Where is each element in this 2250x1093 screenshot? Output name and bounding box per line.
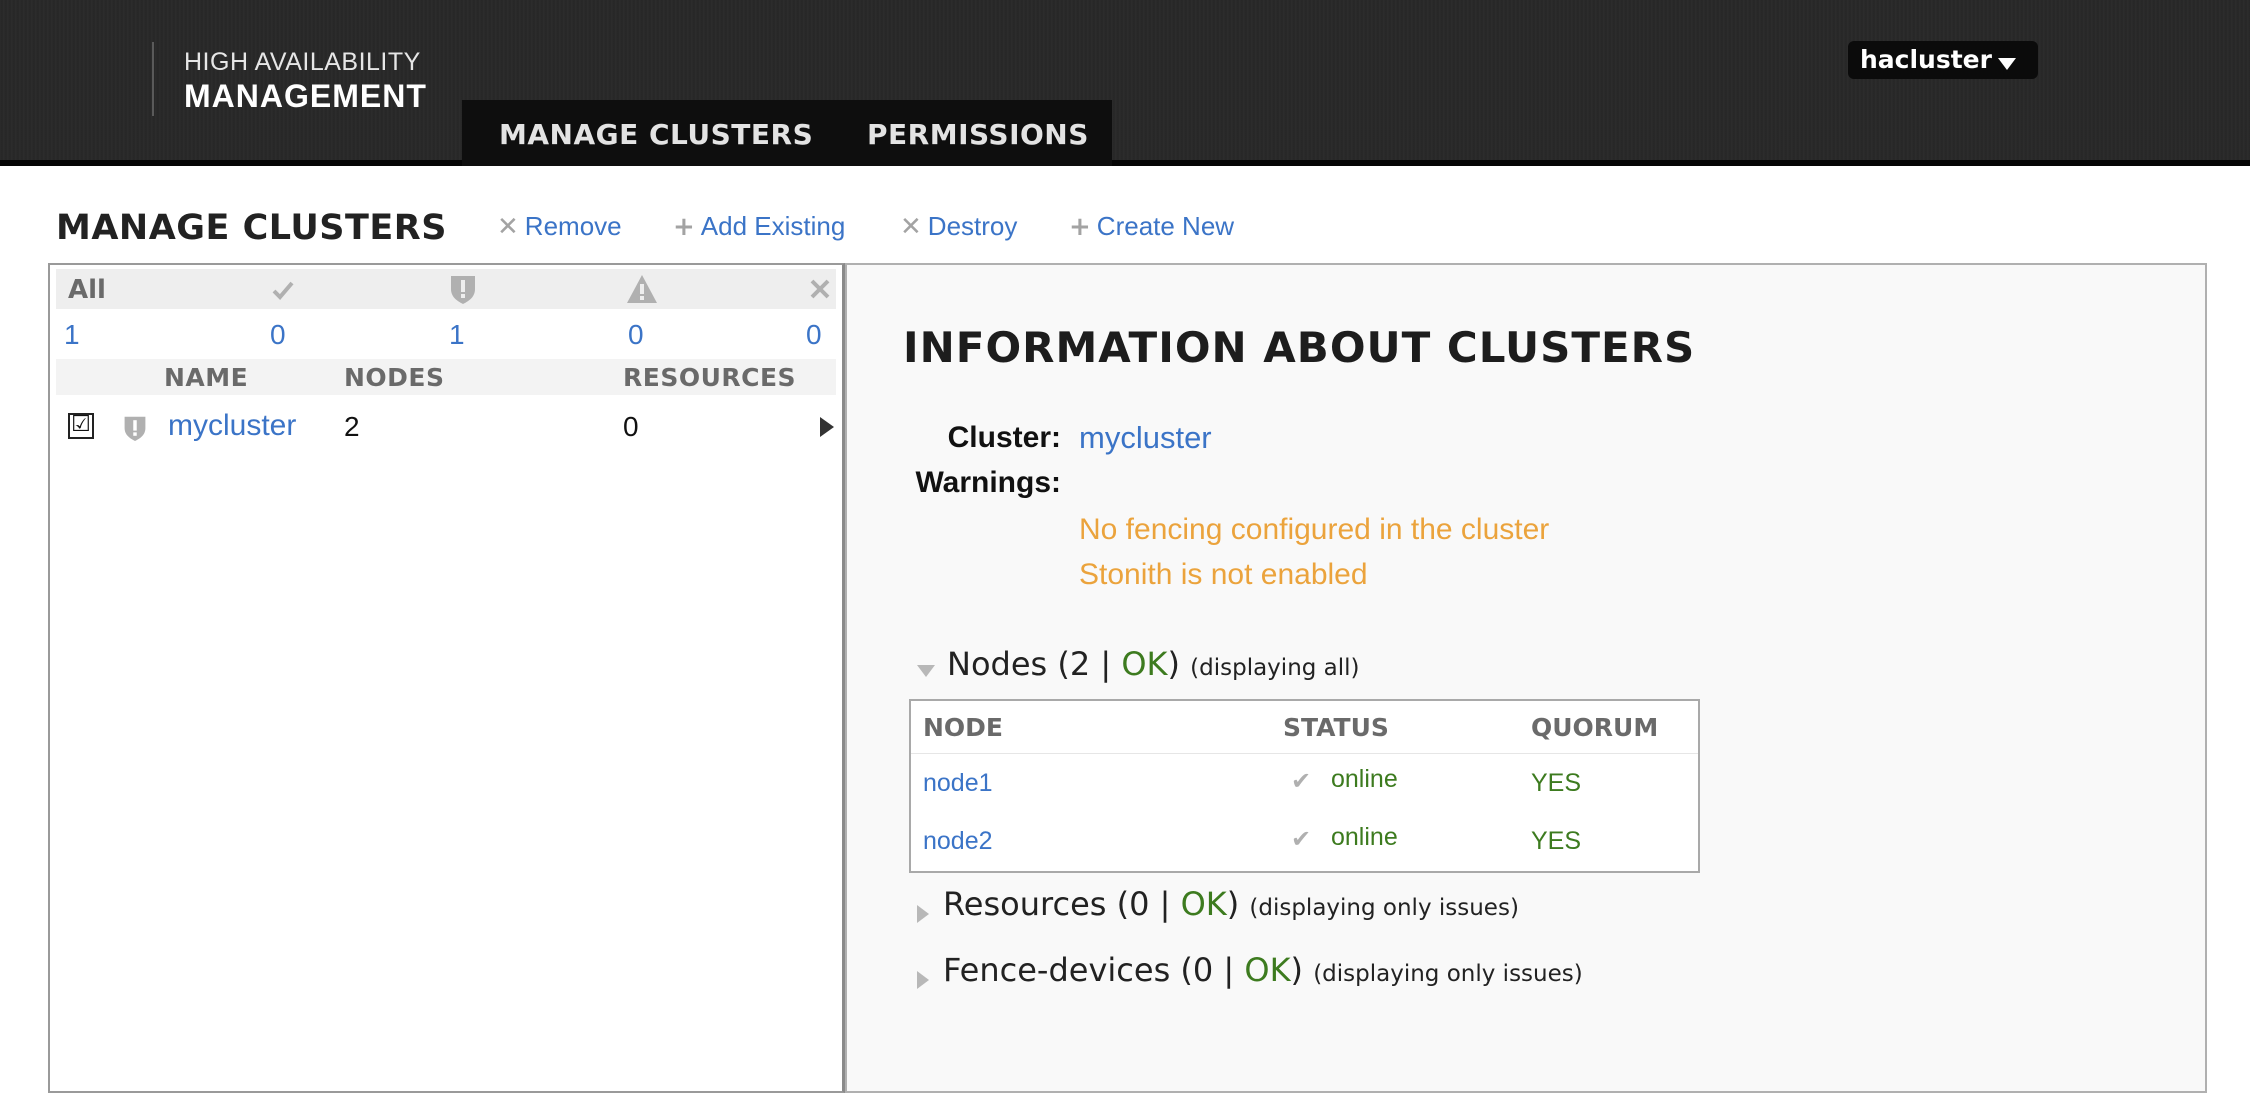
check-icon[interactable] — [270, 277, 296, 303]
count-error[interactable]: 1 — [449, 319, 465, 351]
top-header: HIGH AVAILABILITY MANAGEMENT MANAGE CLUS… — [0, 0, 2250, 166]
cluster-info-panel: INFORMATION ABOUT CLUSTERS Cluster: mycl… — [845, 263, 2207, 1093]
row-checkbox[interactable]: ☑ — [68, 413, 94, 439]
check-icon: ✔ — [1291, 825, 1312, 853]
nodes-section-note: (displaying all) — [1190, 655, 1360, 681]
fence-section-note: (displaying only issues) — [1313, 961, 1583, 987]
nodes-status-ok: OK — [1121, 645, 1168, 683]
col-resources: RESOURCES — [623, 363, 797, 392]
cluster-table-header: NAME NODES RESOURCES — [56, 359, 836, 395]
create-new-label: Create New — [1096, 211, 1235, 241]
resources-section-note: (displaying only issues) — [1249, 895, 1519, 921]
info-title: INFORMATION ABOUT CLUSTERS — [903, 323, 1696, 372]
filter-all[interactable]: All — [68, 275, 106, 305]
col-quorum: QUORUM — [1531, 713, 1659, 742]
close-icon: ✕ — [900, 212, 922, 242]
create-new-button[interactable]: + Create New — [1069, 211, 1234, 242]
plus-icon: + — [673, 212, 695, 242]
user-name: hacluster — [1860, 45, 1992, 74]
resources-section-toggle[interactable]: Resources (0 | OK) (displaying only issu… — [917, 885, 1519, 923]
col-nodes: NODES — [344, 363, 445, 392]
fence-section-suffix: ) — [1290, 951, 1304, 989]
node-quorum: YES — [1531, 827, 1582, 855]
destroy-button[interactable]: ✕ Destroy — [900, 211, 1017, 242]
cluster-list-panel: All 1 0 1 0 0 NAME NODES RESOURCES ☑ myc… — [48, 263, 845, 1093]
node-status: online — [1331, 765, 1398, 793]
remove-button[interactable]: ✕ Remove — [497, 211, 622, 242]
add-existing-button[interactable]: + Add Existing — [673, 211, 845, 242]
close-icon[interactable] — [808, 277, 832, 301]
cluster-name-link[interactable]: mycluster — [1079, 420, 1212, 456]
destroy-label: Destroy — [927, 211, 1018, 241]
brand-line-1: HIGH AVAILABILITY — [184, 48, 421, 76]
cluster-resources-count: 0 — [623, 411, 639, 442]
fence-section-prefix: Fence-devices (0 | — [943, 951, 1245, 989]
warnings-label: Warnings: — [915, 466, 1061, 499]
fence-devices-section-toggle[interactable]: Fence-devices (0 | OK) (displaying only … — [917, 951, 1583, 989]
fence-status-ok: OK — [1244, 951, 1291, 989]
nodes-table: NODE STATUS QUORUM node1 ✔ online YES no… — [909, 699, 1700, 873]
nav-manage-clusters[interactable]: MANAGE CLUSTERS — [499, 118, 813, 151]
count-failed[interactable]: 0 — [806, 319, 822, 351]
node-quorum: YES — [1531, 769, 1582, 797]
shield-alert-icon[interactable] — [448, 273, 478, 305]
brand-divider — [152, 42, 154, 116]
remove-label: Remove — [524, 211, 622, 241]
resources-section-prefix: Resources (0 | — [943, 885, 1181, 923]
check-icon: ✔ — [1291, 767, 1312, 795]
resources-status-ok: OK — [1180, 885, 1227, 923]
user-menu-button[interactable]: hacluster — [1848, 41, 2038, 79]
col-node: NODE — [923, 713, 1004, 742]
nodes-section-suffix: ) — [1167, 645, 1180, 683]
triangle-right-icon — [917, 971, 929, 989]
col-status: STATUS — [1283, 713, 1389, 742]
triangle-right-icon — [917, 905, 929, 923]
main-nav: MANAGE CLUSTERS PERMISSIONS — [462, 100, 1112, 166]
warning-text: No fencing configured in the cluster — [1079, 513, 1550, 546]
page-title: MANAGE CLUSTERS — [56, 208, 447, 248]
resources-section-suffix: ) — [1226, 885, 1240, 923]
node-link[interactable]: node1 — [923, 769, 993, 798]
status-filter-bar: All — [56, 269, 836, 309]
table-divider — [911, 753, 1698, 754]
warning-icon[interactable] — [625, 273, 659, 305]
count-warning[interactable]: 0 — [628, 319, 644, 351]
shield-alert-icon — [124, 416, 146, 441]
table-row[interactable]: ☑ mycluster 2 0 — [56, 403, 836, 451]
node-status: online — [1331, 823, 1398, 851]
cluster-name-link[interactable]: mycluster — [168, 409, 296, 443]
brand-line-2: MANAGEMENT — [184, 78, 427, 114]
cluster-label: Cluster: — [947, 421, 1061, 454]
col-name: NAME — [164, 363, 249, 392]
chevron-right-icon[interactable] — [820, 417, 834, 437]
nodes-section-toggle[interactable]: Nodes (2 | OK) (displaying all) — [917, 645, 1360, 683]
close-icon: ✕ — [497, 212, 519, 242]
cluster-nodes-count: 2 — [344, 411, 360, 442]
nav-permissions[interactable]: PERMISSIONS — [867, 118, 1089, 151]
nodes-section-prefix: Nodes (2 | — [947, 645, 1122, 683]
count-all[interactable]: 1 — [64, 319, 80, 351]
warning-text: Stonith is not enabled — [1079, 558, 1368, 591]
add-existing-label: Add Existing — [700, 211, 846, 241]
node-link[interactable]: node2 — [923, 827, 993, 856]
count-ok[interactable]: 0 — [270, 319, 286, 351]
chevron-down-icon — [1997, 58, 2016, 70]
plus-icon: + — [1069, 212, 1091, 242]
triangle-down-icon — [917, 665, 935, 677]
